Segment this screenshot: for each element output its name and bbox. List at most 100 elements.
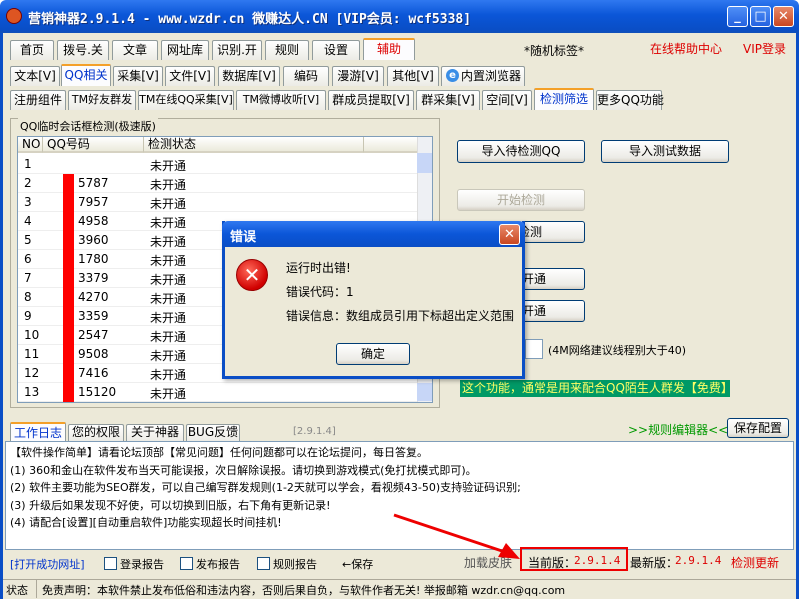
logtab-worklog[interactable]: 工作日志 (10, 422, 66, 441)
row-status: 未开通 (150, 330, 187, 344)
qqtab-weibo[interactable]: TM微博收听[V] (236, 90, 326, 110)
rule-report-label: 规则报告 (273, 558, 317, 571)
qqtab-friend-mass[interactable]: TM好友群发 (68, 90, 136, 110)
post-report-checkbox[interactable] (180, 557, 193, 570)
row-status: 未开通 (150, 254, 187, 268)
error-message: 错误信息：数组成员引用下标超出定义范围 (286, 309, 515, 323)
post-report-label: 发布报告 (196, 558, 240, 571)
qqtab-group-collect[interactable]: 群采集[V] (416, 90, 480, 110)
subtab-database[interactable]: 数据库[V] (218, 66, 280, 86)
row-qq: 3359 (78, 309, 109, 323)
rule-editor-link[interactable]: >>规则编辑器<< (628, 421, 728, 438)
row-qq: 5787 (78, 176, 109, 190)
row-no: 1 (24, 157, 32, 171)
row-no: 13 (24, 385, 40, 399)
row-status: 未开通 (150, 349, 187, 363)
latest-version-label: 最新版： (630, 556, 679, 570)
tab-recognize[interactable]: 识别.开 (212, 40, 262, 60)
subtab-qq[interactable]: QQ相关 (61, 64, 111, 86)
row-no: 2 (24, 176, 32, 190)
table-row[interactable]: 1 未开通 (18, 155, 418, 174)
scroll-up-arrow[interactable] (417, 153, 432, 173)
error-dialog-titlebar (222, 221, 525, 247)
subtab-encoding[interactable]: 编码 (283, 66, 329, 86)
app-icon (6, 8, 22, 24)
start-check-button[interactable]: 开始检测 (457, 189, 585, 211)
qqtab-space[interactable]: 空间[V] (482, 90, 532, 110)
table-row[interactable]: 13 15120 未开通 (18, 383, 418, 402)
col-header-no[interactable]: NO (18, 137, 43, 153)
logtab-about[interactable]: 关于神器 (126, 424, 184, 441)
tab-home[interactable]: 首页 (10, 40, 54, 60)
logtab-permissions[interactable]: 您的权限 (68, 424, 124, 441)
qqtab-member-extract[interactable]: 群成员提取[V] (328, 90, 414, 110)
subtab-other[interactable]: 其他[V] (387, 66, 439, 86)
table-row[interactable]: 3 7957 未开通 (18, 193, 418, 212)
dialog-close-button[interactable]: ✕ (499, 224, 520, 245)
vip-login-link[interactable]: VIP登录 (743, 40, 786, 57)
row-no: 7 (24, 271, 32, 285)
log-line: (2) 软件主要功能为SEO群发，可以自己编写群发规则(1-2天就可以学会，看视… (10, 481, 521, 494)
row-status: 未开通 (150, 235, 187, 249)
maximize-button[interactable]: □ (750, 6, 771, 27)
row-no: 4 (24, 214, 32, 228)
open-success-url-link[interactable]: [打开成功网址] (10, 556, 85, 572)
row-no: 9 (24, 309, 32, 323)
table-row[interactable]: 2 5787 未开通 (18, 174, 418, 193)
row-status: 未开通 (150, 216, 187, 230)
current-version-value: 2.9.1.4 (574, 554, 621, 567)
status-divider (36, 580, 37, 598)
subtab-file[interactable]: 文件[V] (165, 66, 215, 86)
logtab-bug[interactable]: BUG反馈 (186, 424, 240, 441)
row-status: 未开通 (150, 387, 187, 401)
row-qq: 7957 (78, 195, 109, 209)
tab-assist[interactable]: 辅助 (363, 38, 415, 60)
import-test-button[interactable]: 导入测试数据 (601, 140, 729, 163)
save-link[interactable]: ←保存 (342, 556, 373, 572)
log-version: [2.9.1.4] (293, 426, 336, 437)
qqtab-more[interactable]: 更多QQ功能 (596, 90, 664, 110)
row-no: 3 (24, 195, 32, 209)
col-header-status[interactable]: 检测状态 (144, 137, 364, 153)
scroll-down-arrow[interactable] (417, 383, 432, 401)
subtab-roam[interactable]: 漫游[V] (332, 66, 384, 86)
qqtab-register[interactable]: 注册组件 (10, 90, 66, 110)
log-line: (1) 360和金山在软件发布当天可能误报，次日解除误报。请切换到游戏模式(免打… (10, 463, 477, 477)
close-button[interactable]: ✕ (773, 6, 794, 27)
import-check-button[interactable]: 导入待检测QQ (457, 140, 585, 163)
row-no: 8 (24, 290, 32, 304)
random-tag[interactable]: *随机标签* (524, 42, 584, 59)
subtab-collect[interactable]: 采集[V] (113, 66, 163, 86)
thread-count-input[interactable] (525, 339, 543, 359)
tab-dial[interactable]: 拨号.关 (57, 40, 109, 60)
tab-rules[interactable]: 规则 (265, 40, 309, 60)
row-no: 6 (24, 252, 32, 266)
error-dialog-title: 错误 (230, 230, 257, 245)
save-config-button[interactable]: 保存配置 (727, 418, 789, 438)
row-status: 未开通 (150, 311, 187, 325)
dialog-ok-button[interactable]: 确定 (336, 343, 410, 365)
row-no: 11 (24, 347, 40, 361)
login-report-checkbox[interactable] (104, 557, 117, 570)
check-update-link[interactable]: 检测更新 (731, 554, 779, 571)
tab-settings[interactable]: 设置 (312, 40, 360, 60)
row-qq: 15120 (78, 385, 117, 399)
subtab-text[interactable]: 文本[V] (10, 66, 60, 86)
current-version-label: 当前版： (528, 556, 577, 570)
row-status: 未开通 (150, 368, 187, 382)
log-line: 【软件操作简单】请看论坛顶部【常见问题】任何问题都可以在论坛提问，每日答复。 (10, 446, 428, 459)
login-report-label: 登录报告 (120, 558, 164, 571)
subtab-browser-label: 内置浏览器 (460, 69, 521, 83)
help-center-link[interactable]: 在线帮助中心 (650, 40, 722, 57)
ie-icon: e (446, 69, 459, 82)
col-header-qq[interactable]: QQ号码 (43, 137, 144, 153)
row-no: 12 (24, 366, 40, 380)
minimize-button[interactable]: _ (727, 6, 748, 27)
tab-url-library[interactable]: 网址库 (161, 40, 209, 60)
latest-version-value: 2.9.1.4 (675, 554, 722, 567)
subtab-browser[interactable]: e 内置浏览器 (441, 66, 525, 86)
qqtab-online-collect[interactable]: TM在线QQ采集[V] (138, 90, 234, 110)
qqtab-check-filter[interactable]: 检测筛选 (534, 88, 594, 110)
rule-report-checkbox[interactable] (257, 557, 270, 570)
tab-article[interactable]: 文章 (112, 40, 158, 60)
